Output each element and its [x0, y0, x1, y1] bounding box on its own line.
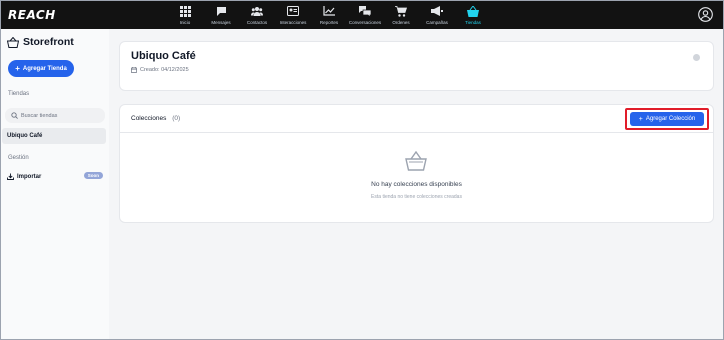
download-icon [7, 173, 14, 180]
store-header-card: Ubiquo Café Creado: 04/12/2025 [119, 41, 714, 91]
nav-label: Interacciones [279, 20, 307, 25]
users-icon [250, 5, 264, 17]
nav-item-inicio[interactable]: Inicio [167, 1, 203, 29]
collections-count: (0) [172, 115, 181, 122]
sidebar-title: Storefront [7, 36, 74, 48]
logo-text: REACH [8, 8, 56, 22]
nav-item-conversaciones[interactable]: Conversaciones [347, 1, 383, 29]
stores-section-label: Tiendas [8, 91, 30, 97]
nav-item-mensajes[interactable]: Mensajes [203, 1, 239, 29]
highlight-box: + Agregar Colección [625, 108, 709, 130]
soon-badge: Soon [83, 172, 103, 179]
nav-label: Conversaciones [348, 20, 382, 25]
plus-icon: + [15, 64, 20, 73]
collections-header: Colecciones (0) + Agregar Colección [120, 105, 713, 133]
nav-label: Contactos [246, 20, 268, 25]
plus-icon: + [638, 115, 643, 123]
add-collection-label: Agregar Colección [645, 116, 696, 122]
sidebar: Storefront + Agregar Tienda Tiendas Ubiq… [1, 29, 109, 339]
conversations-icon [358, 5, 372, 17]
collections-card: Colecciones (0) + Agregar Colección No h… [119, 104, 714, 223]
cart-icon [394, 5, 408, 17]
collections-title: Colecciones (0) [131, 115, 180, 122]
status-dot [693, 54, 700, 61]
nav-label: Tiendas [465, 20, 481, 25]
nav-label: Mensajes [211, 20, 231, 25]
nav-item-interacciones[interactable]: Interacciones [275, 1, 311, 29]
nav-item-tiendas[interactable]: Tiendas [455, 1, 491, 29]
chart-icon [322, 5, 336, 17]
nav-label: Inicio [179, 20, 191, 25]
search-icon [11, 112, 18, 119]
sidebar-title-text: Storefront [23, 36, 74, 48]
calendar-icon [131, 67, 137, 73]
created-text: Creado: 04/12/2025 [140, 67, 189, 73]
import-menu-item[interactable]: Importar Soon [7, 172, 105, 180]
basket-icon [466, 5, 480, 17]
nav-item-campanas[interactable]: Campañas [419, 1, 455, 29]
store-name: Ubiquo Café [131, 50, 196, 62]
top-navbar: REACH Inicio Mensajes Contactos Interacc… [1, 1, 723, 29]
nav-label: Ordenes [392, 20, 410, 25]
sidebar-item-store[interactable]: Ubiquo Café [2, 128, 106, 144]
chat-icon [214, 5, 228, 17]
search-input[interactable] [21, 112, 101, 119]
app-logo[interactable]: REACH [8, 7, 56, 23]
empty-state-title: No hay colecciones disponibles [371, 181, 462, 188]
grid-icon [178, 5, 192, 17]
nav-label: Campañas [426, 20, 448, 25]
nav-item-reportes[interactable]: Reportes [311, 1, 347, 29]
management-section-label: Gestión [8, 155, 29, 161]
nav-label: Reportes [319, 20, 339, 25]
main-nav: Inicio Mensajes Contactos Interacciones … [167, 1, 491, 29]
add-store-button[interactable]: + Agregar Tienda [8, 60, 74, 77]
nav-item-contactos[interactable]: Contactos [239, 1, 275, 29]
empty-basket-icon [405, 150, 427, 176]
empty-state-subtitle: Esta tienda no tiene colecciones creadas [371, 194, 462, 200]
add-store-label: Agregar Tienda [22, 65, 67, 72]
import-label: Importar [17, 173, 42, 180]
created-date: Creado: 04/12/2025 [131, 67, 189, 73]
nav-item-ordenes[interactable]: Ordenes [383, 1, 419, 29]
store-search[interactable] [5, 108, 105, 123]
megaphone-icon [430, 5, 444, 17]
add-collection-button[interactable]: + Agregar Colección [630, 112, 704, 126]
basket-icon [7, 36, 19, 48]
user-avatar-icon[interactable] [698, 7, 713, 22]
collections-title-text: Colecciones [131, 115, 167, 122]
id-card-icon [286, 5, 300, 17]
